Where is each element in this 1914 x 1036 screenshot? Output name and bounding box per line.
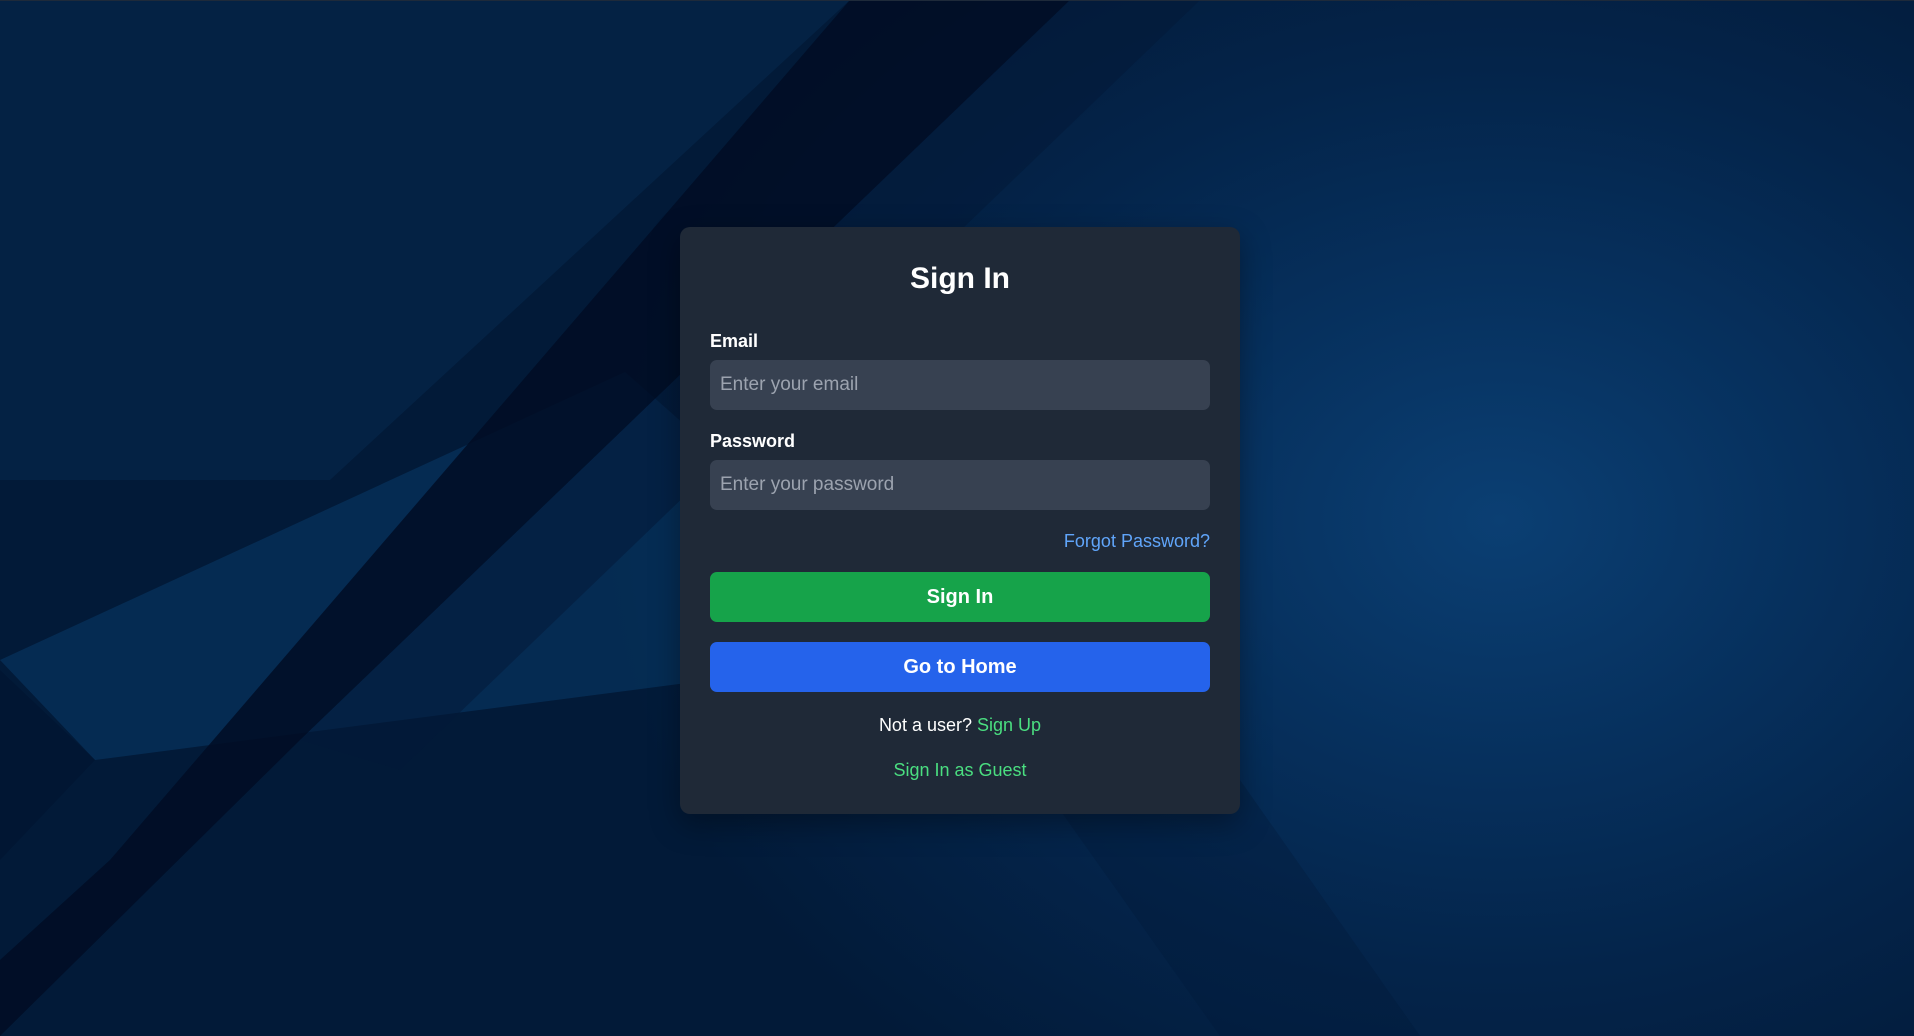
email-label: Email [710,331,759,351]
email-group: Email [710,330,1210,410]
forgot-password-link[interactable]: Forgot Password? [1064,530,1210,552]
password-field[interactable] [710,460,1210,510]
sign-in-as-guest-link[interactable]: Sign In as Guest [893,760,1026,780]
sign-in-button[interactable]: Sign In [710,572,1210,622]
top-border-line [0,0,1914,1]
sign-in-card: Sign In Email Password Forgot Password? … [680,227,1240,814]
page-title: Sign In [910,262,1010,295]
signup-prompt-text: Not a user? [878,715,972,735]
signup-prompt-line: Not a user? Sign Up [680,714,1240,736]
password-label: Password [710,431,796,451]
password-group: Password [710,430,1210,510]
sign-up-link[interactable]: Sign Up [977,715,1041,735]
go-to-home-button[interactable]: Go to Home [710,642,1210,692]
guest-line: Sign In as Guest [680,759,1240,781]
email-field[interactable] [710,360,1210,410]
